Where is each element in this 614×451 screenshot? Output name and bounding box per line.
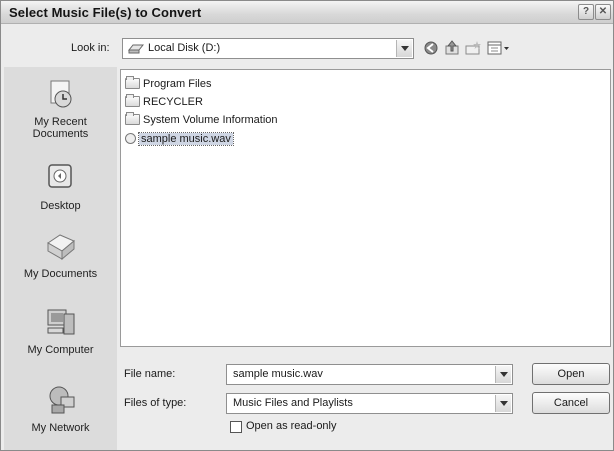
chevron-down-icon[interactable] — [396, 40, 412, 57]
folder-icon — [125, 76, 140, 89]
file-open-dialog: Select Music File(s) to Convert ? ✕ Look… — [0, 0, 614, 451]
chevron-down-icon[interactable] — [495, 366, 511, 383]
chevron-down-icon[interactable] — [495, 395, 511, 412]
up-folder-icon[interactable] — [443, 39, 461, 57]
places-bar: My Recent Documents Desktop My Documents — [4, 67, 117, 450]
new-folder-icon[interactable] — [464, 39, 482, 57]
my-computer-icon — [47, 309, 74, 335]
close-button[interactable]: ✕ — [595, 4, 611, 20]
desktop-icon — [47, 164, 72, 188]
place-my-documents[interactable]: My Documents — [4, 229, 117, 280]
list-item[interactable]: sample music.wav — [125, 132, 234, 147]
file-name-text: RECYCLER — [143, 96, 203, 108]
drive-icon — [128, 44, 144, 54]
list-item[interactable]: RECYCLER — [125, 94, 203, 110]
dialog-title: Select Music File(s) to Convert — [9, 5, 202, 20]
file-name-text: System Volume Information — [143, 114, 278, 126]
place-label: My Network — [31, 422, 90, 434]
audio-file-icon — [125, 133, 136, 144]
place-label: Desktop — [40, 200, 81, 212]
my-documents-icon — [46, 234, 75, 261]
place-desktop[interactable]: Desktop — [4, 161, 117, 212]
cancel-button[interactable]: Cancel — [532, 392, 610, 414]
view-menu-icon[interactable] — [486, 39, 512, 57]
file-type-label: Files of type: — [124, 397, 187, 409]
read-only-checkbox[interactable] — [230, 421, 242, 433]
help-button[interactable]: ? — [578, 4, 594, 20]
recent-documents-icon — [50, 80, 71, 108]
folder-icon — [125, 94, 140, 107]
look-in-dropdown[interactable]: Local Disk (D:) — [122, 38, 414, 59]
file-name-text: sample music.wav — [138, 132, 234, 146]
file-name-field[interactable]: sample music.wav — [226, 364, 513, 385]
title-bar: Select Music File(s) to Convert ? ✕ — [1, 1, 613, 24]
place-my-network[interactable]: My Network — [4, 383, 117, 434]
look-in-value: Local Disk (D:) — [148, 42, 221, 54]
list-item[interactable]: System Volume Information — [125, 112, 278, 128]
open-button[interactable]: Open — [532, 363, 610, 385]
place-label: My Recent — [34, 116, 87, 128]
file-list[interactable]: Program Files RECYCLER System Volume Inf… — [120, 69, 611, 347]
file-type-dropdown[interactable]: Music Files and Playlists — [226, 393, 513, 414]
look-in-label: Look in: — [71, 42, 110, 54]
file-name-text: Program Files — [143, 78, 212, 90]
back-icon[interactable] — [422, 39, 440, 57]
list-item[interactable]: Program Files — [125, 76, 212, 92]
place-label: Documents — [32, 128, 89, 140]
place-my-computer[interactable]: My Computer — [4, 305, 117, 356]
folder-icon — [125, 112, 140, 125]
file-name-value: sample music.wav — [233, 368, 323, 380]
file-type-value: Music Files and Playlists — [233, 397, 353, 409]
place-label: My Computer — [27, 344, 94, 356]
place-my-recent-documents[interactable]: My Recent Documents — [4, 77, 117, 140]
place-label: My Documents — [23, 268, 98, 280]
my-network-icon — [49, 386, 74, 414]
read-only-label[interactable]: Open as read-only — [246, 420, 337, 432]
file-name-label: File name: — [124, 368, 176, 380]
